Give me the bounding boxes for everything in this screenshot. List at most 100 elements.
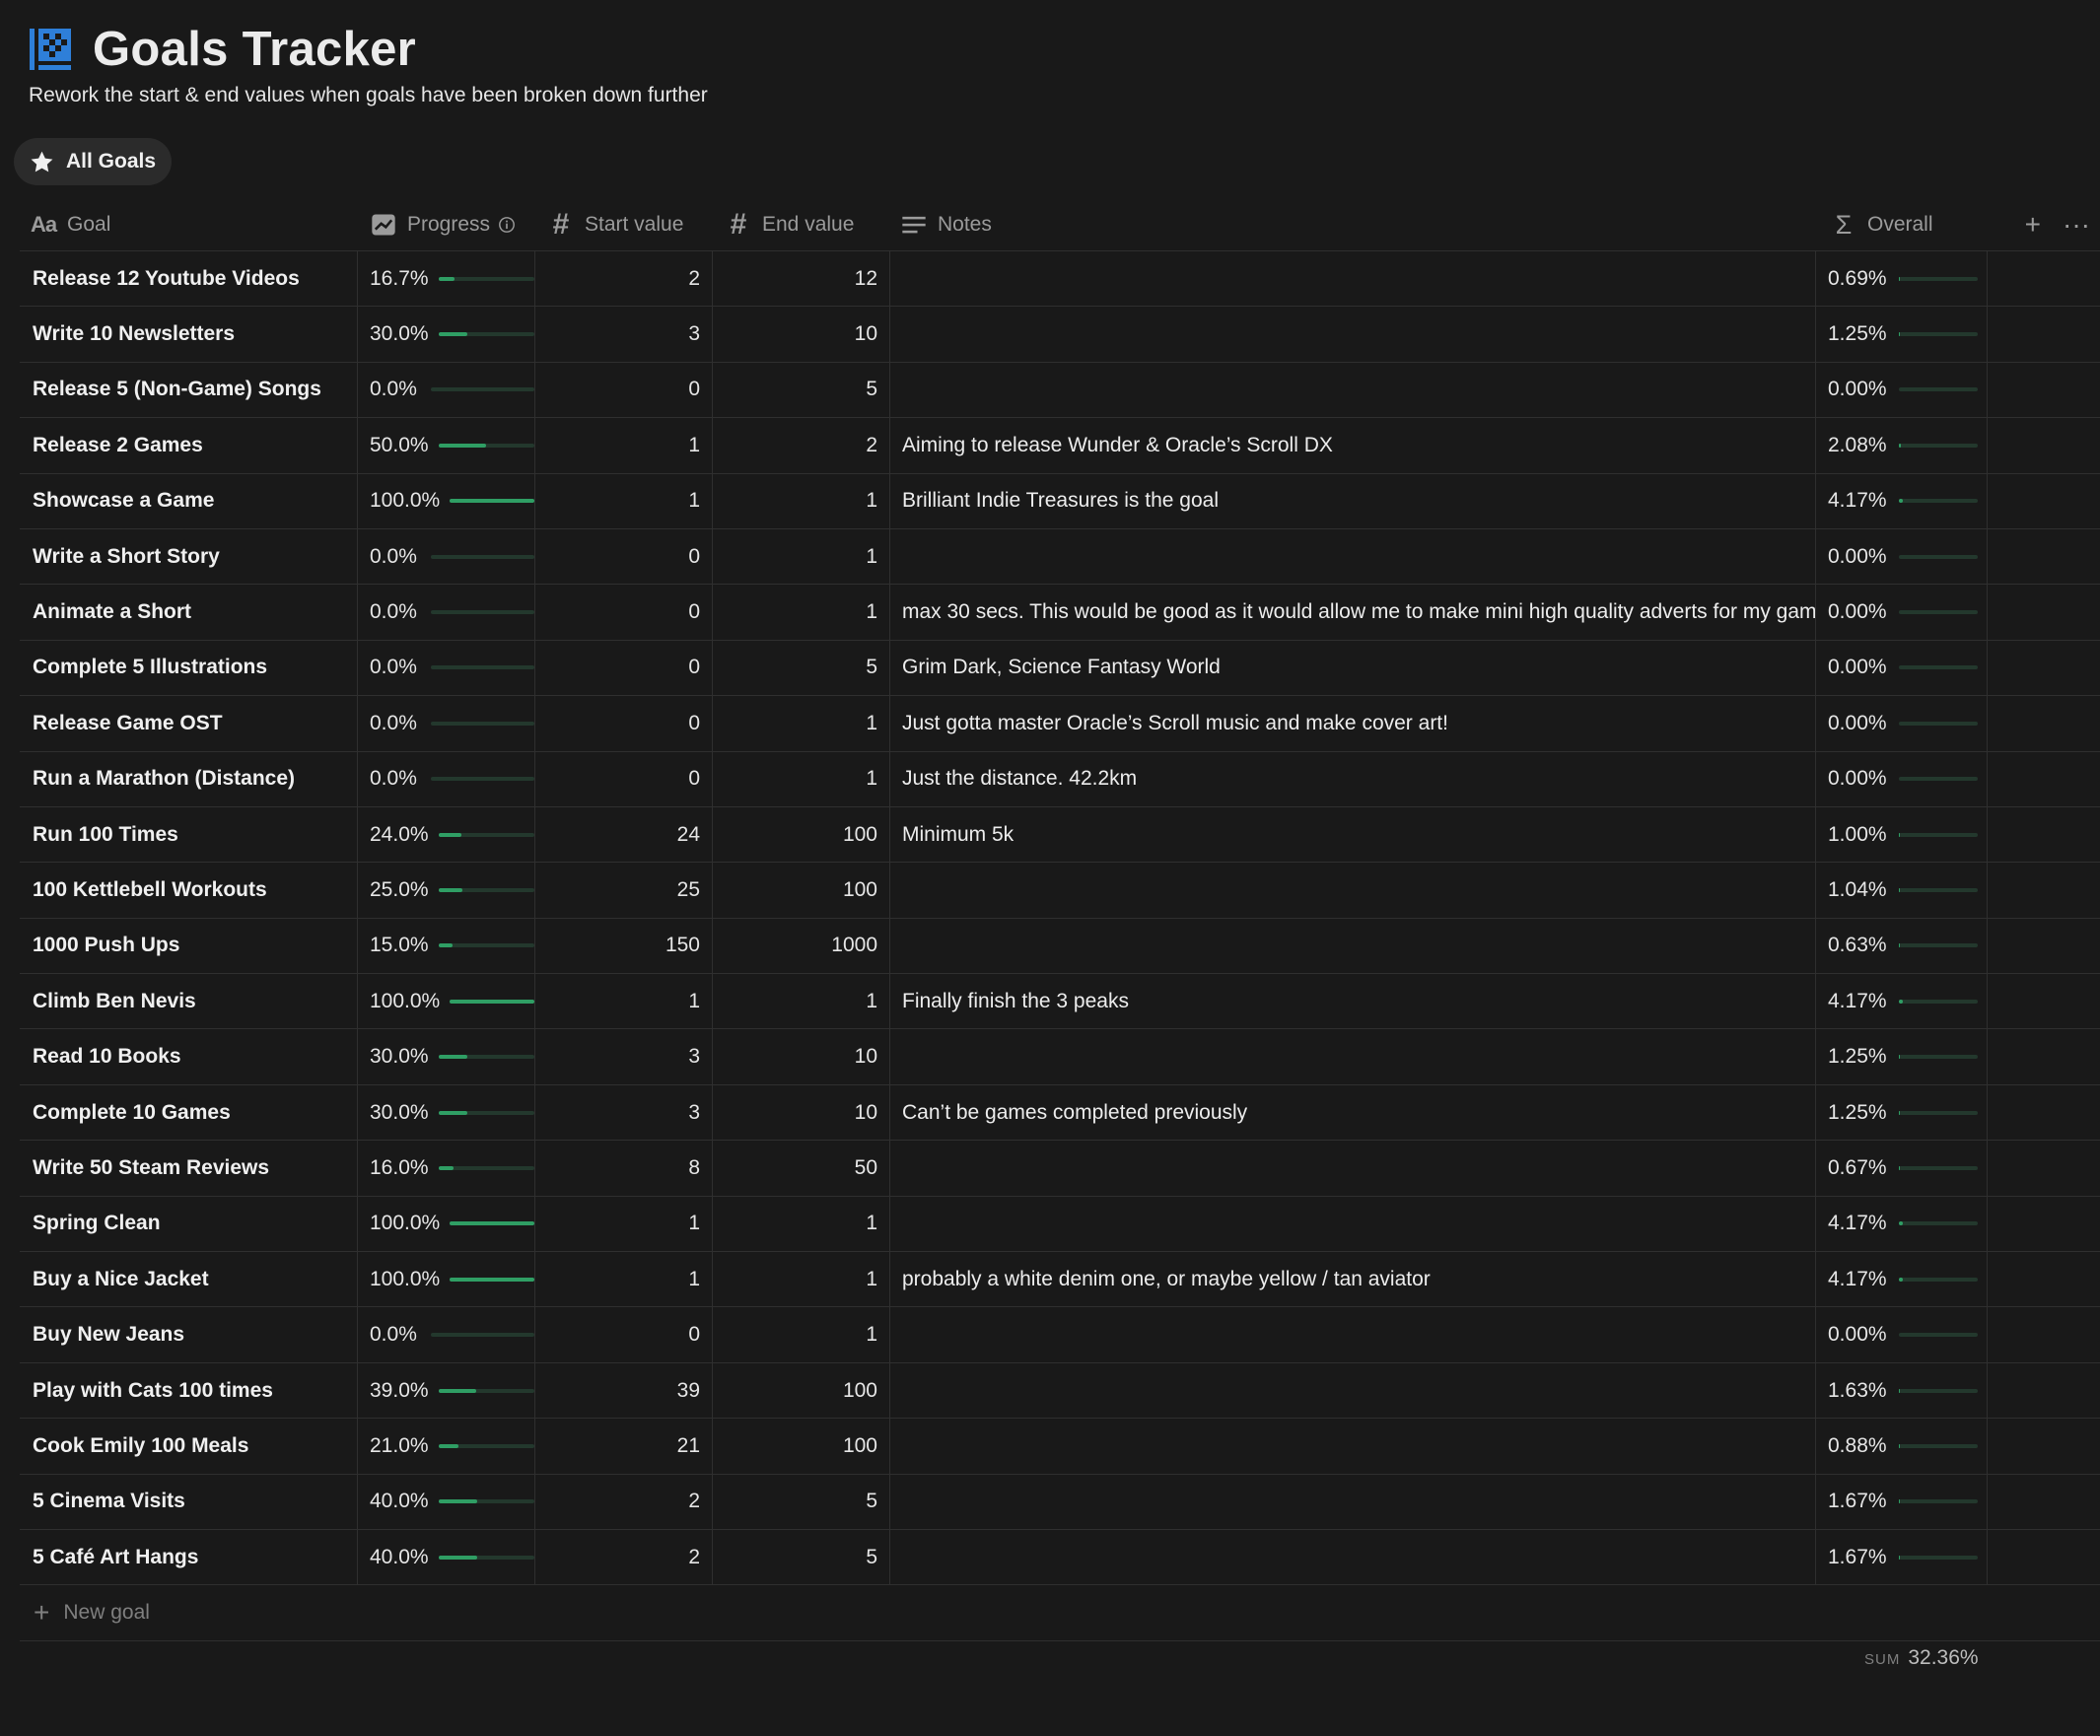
end-value-cell[interactable]: 5 xyxy=(713,362,890,418)
table-row[interactable]: Write 50 Steam Reviews 16.0% 8 50 0.67% xyxy=(20,1141,2100,1197)
table-row[interactable]: 5 Cinema Visits 40.0% 2 5 1.67% xyxy=(20,1474,2100,1530)
end-value-cell[interactable]: 100 xyxy=(713,863,890,918)
info-icon[interactable] xyxy=(498,216,516,234)
end-value-cell[interactable]: 1 xyxy=(713,473,890,528)
start-value-cell[interactable]: 1 xyxy=(535,473,713,528)
start-value-cell[interactable]: 3 xyxy=(535,1084,713,1141)
end-value-cell[interactable]: 10 xyxy=(713,1084,890,1141)
start-value-cell[interactable]: 1 xyxy=(535,1196,713,1252)
goal-cell[interactable]: Buy a Nice Jacket xyxy=(20,1252,358,1307)
overall-cell[interactable]: 0.00% xyxy=(1816,696,1988,751)
end-value-cell[interactable]: 100 xyxy=(713,1362,890,1419)
progress-cell[interactable]: 0.0% xyxy=(358,696,535,751)
end-value-cell[interactable]: 100 xyxy=(713,806,890,863)
table-row[interactable]: Run a Marathon (Distance) 0.0% 0 1 Just … xyxy=(20,751,2100,807)
progress-cell[interactable]: 16.7% xyxy=(358,251,535,307)
progress-cell[interactable]: 39.0% xyxy=(358,1362,535,1419)
progress-cell[interactable]: 16.0% xyxy=(358,1141,535,1196)
start-value-cell[interactable]: 3 xyxy=(535,307,713,362)
table-row[interactable]: 100 Kettlebell Workouts 25.0% 25 100 1.0… xyxy=(20,863,2100,919)
notes-cell[interactable] xyxy=(890,863,1816,918)
goal-cell[interactable]: Climb Ben Nevis xyxy=(20,974,358,1029)
table-row[interactable]: Spring Clean 100.0% 1 1 4.17% xyxy=(20,1196,2100,1253)
end-value-cell[interactable]: 12 xyxy=(713,251,890,307)
notes-cell[interactable] xyxy=(890,1196,1816,1252)
start-value-cell[interactable]: 8 xyxy=(535,1141,713,1196)
overall-cell[interactable]: 1.25% xyxy=(1816,1084,1988,1141)
table-row[interactable]: Write 10 Newsletters 30.0% 3 10 1.25% xyxy=(20,307,2100,363)
table-row[interactable]: Complete 10 Games 30.0% 3 10 Can’t be ga… xyxy=(20,1084,2100,1142)
table-row[interactable]: Read 10 Books 30.0% 3 10 1.25% xyxy=(20,1029,2100,1085)
start-value-cell[interactable]: 1 xyxy=(535,418,713,473)
start-value-cell[interactable]: 25 xyxy=(535,863,713,918)
goal-cell[interactable]: Write a Short Story xyxy=(20,528,358,585)
start-value-cell[interactable]: 0 xyxy=(535,362,713,418)
table-row[interactable]: Buy a Nice Jacket 100.0% 1 1 probably a … xyxy=(20,1252,2100,1308)
table-row[interactable]: Showcase a Game 100.0% 1 1 Brilliant Ind… xyxy=(20,473,2100,529)
notes-cell[interactable] xyxy=(890,251,1816,307)
overall-cell[interactable]: 0.00% xyxy=(1816,585,1988,640)
start-value-cell[interactable]: 0 xyxy=(535,585,713,640)
goal-cell[interactable]: Complete 5 Illustrations xyxy=(20,640,358,696)
progress-cell[interactable]: 0.0% xyxy=(358,640,535,696)
page-description[interactable]: Rework the start & end values when goals… xyxy=(29,84,708,107)
goal-cell[interactable]: Run a Marathon (Distance) xyxy=(20,751,358,806)
goal-cell[interactable]: Release 2 Games xyxy=(20,418,358,473)
end-value-cell[interactable]: 1 xyxy=(713,974,890,1029)
end-value-cell[interactable]: 5 xyxy=(713,640,890,696)
notes-cell[interactable]: Can’t be games completed previously xyxy=(890,1084,1816,1141)
progress-cell[interactable]: 100.0% xyxy=(358,473,535,528)
notes-cell[interactable]: Minimum 5k xyxy=(890,806,1816,863)
goal-cell[interactable]: Write 10 Newsletters xyxy=(20,307,358,362)
notes-cell[interactable] xyxy=(890,1307,1816,1362)
table-row[interactable]: Cook Emily 100 Meals 21.0% 21 100 0.88% xyxy=(20,1419,2100,1475)
notes-cell[interactable] xyxy=(890,307,1816,362)
notes-cell[interactable]: probably a white denim one, or maybe yel… xyxy=(890,1252,1816,1307)
start-value-cell[interactable]: 39 xyxy=(535,1362,713,1419)
table-row[interactable]: Play with Cats 100 times 39.0% 39 100 1.… xyxy=(20,1362,2100,1420)
progress-cell[interactable]: 40.0% xyxy=(358,1529,535,1585)
overall-cell[interactable]: 1.25% xyxy=(1816,1029,1988,1084)
start-value-cell[interactable]: 3 xyxy=(535,1029,713,1084)
progress-cell[interactable]: 24.0% xyxy=(358,806,535,863)
end-value-cell[interactable]: 1 xyxy=(713,1196,890,1252)
goal-cell[interactable]: Run 100 Times xyxy=(20,806,358,863)
notes-cell[interactable] xyxy=(890,1141,1816,1196)
notes-cell[interactable] xyxy=(890,1474,1816,1529)
progress-cell[interactable]: 25.0% xyxy=(358,863,535,918)
notes-cell[interactable]: max 30 secs. This would be good as it wo… xyxy=(890,585,1816,640)
progress-cell[interactable]: 100.0% xyxy=(358,1252,535,1307)
column-header-progress[interactable]: Progress xyxy=(358,199,535,250)
start-value-cell[interactable]: 1 xyxy=(535,974,713,1029)
table-row[interactable]: Release 12 Youtube Videos 16.7% 2 12 0.6… xyxy=(20,251,2100,308)
notes-cell[interactable] xyxy=(890,1029,1816,1084)
progress-cell[interactable]: 30.0% xyxy=(358,1084,535,1141)
goal-cell[interactable]: Release Game OST xyxy=(20,696,358,751)
column-header-start-value[interactable]: # Start value xyxy=(535,199,713,250)
notes-cell[interactable]: Aiming to release Wunder & Oracle’s Scro… xyxy=(890,418,1816,473)
end-value-cell[interactable]: 1 xyxy=(713,585,890,640)
goal-cell[interactable]: 5 Café Art Hangs xyxy=(20,1529,358,1585)
notes-cell[interactable]: Grim Dark, Science Fantasy World xyxy=(890,640,1816,696)
goal-cell[interactable]: Release 5 (Non-Game) Songs xyxy=(20,362,358,418)
progress-cell[interactable]: 0.0% xyxy=(358,751,535,806)
column-header-end-value[interactable]: # End value xyxy=(713,199,890,250)
overall-cell[interactable]: 4.17% xyxy=(1816,974,1988,1029)
table-row[interactable]: 5 Café Art Hangs 40.0% 2 5 1.67% xyxy=(20,1529,2100,1586)
progress-cell[interactable]: 0.0% xyxy=(358,585,535,640)
start-value-cell[interactable]: 0 xyxy=(535,640,713,696)
column-header-goal[interactable]: Aa Goal xyxy=(20,199,358,250)
notes-cell[interactable] xyxy=(890,918,1816,974)
end-value-cell[interactable]: 5 xyxy=(713,1474,890,1529)
overall-cell[interactable]: 0.00% xyxy=(1816,1307,1988,1362)
notes-cell[interactable]: Just gotta master Oracle’s Scroll music … xyxy=(890,696,1816,751)
goal-cell[interactable]: Spring Clean xyxy=(20,1196,358,1252)
progress-cell[interactable]: 40.0% xyxy=(358,1474,535,1529)
progress-cell[interactable]: 100.0% xyxy=(358,974,535,1029)
start-value-cell[interactable]: 2 xyxy=(535,1529,713,1585)
overall-cell[interactable]: 4.17% xyxy=(1816,1252,1988,1307)
notes-cell[interactable] xyxy=(890,528,1816,585)
goal-cell[interactable]: Cook Emily 100 Meals xyxy=(20,1419,358,1474)
overall-cell[interactable]: 1.63% xyxy=(1816,1362,1988,1419)
overall-cell[interactable]: 0.00% xyxy=(1816,640,1988,696)
